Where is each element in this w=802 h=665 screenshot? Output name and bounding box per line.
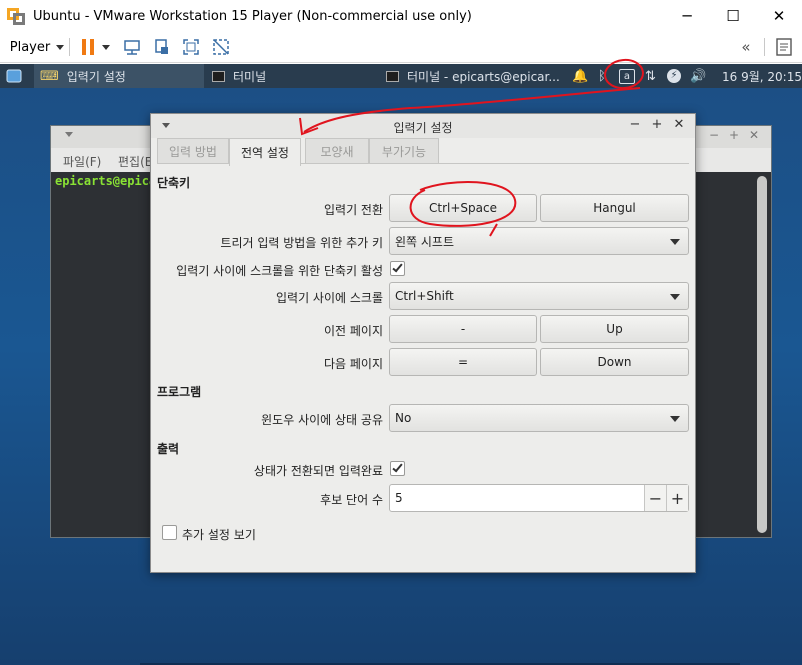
- tab-addons[interactable]: 부가기능: [369, 138, 439, 164]
- notification-bell-icon[interactable]: 🔔: [572, 64, 588, 88]
- share-state-label: 윈도우 사이에 상태 공유: [261, 413, 383, 427]
- increment-button[interactable]: +: [666, 485, 688, 511]
- input-method-icon: a: [619, 68, 635, 84]
- taskbar-item-terminal[interactable]: 터미널: [212, 64, 266, 88]
- terminal-prompt: epicarts@epica: [55, 174, 157, 188]
- minimize-button[interactable]: ─: [664, 0, 710, 32]
- show-advanced-label[interactable]: 추가 설정 보기: [182, 526, 256, 543]
- select-value: Ctrl+Shift: [395, 289, 454, 303]
- tab-global-settings[interactable]: 전역 설정: [229, 138, 301, 166]
- send-ctrl-alt-del-icon[interactable]: [120, 36, 144, 58]
- decrement-button[interactable]: −: [644, 485, 666, 511]
- scroll-hotkey-enable-label: 입력기 사이에 스크롤을 위한 단축키 활성: [176, 264, 383, 278]
- minimize-icon[interactable]: −: [627, 117, 643, 133]
- volume-icon[interactable]: 🔊: [690, 64, 706, 88]
- next-page-button-2[interactable]: Down: [540, 348, 689, 376]
- pause-icon[interactable]: [76, 36, 100, 58]
- player-menu-label: Player: [9, 39, 51, 55]
- player-menu-button[interactable]: Player: [8, 36, 66, 58]
- top-panel: ⌨ 입력기 설정 터미널 터미널 - epicarts@epicar... 🔔 …: [0, 64, 802, 88]
- maximize-icon[interactable]: +: [729, 128, 739, 142]
- applications-menu-icon[interactable]: [5, 64, 23, 88]
- host-window-title: Ubuntu - VMware Workstation 15 Player (N…: [33, 8, 472, 24]
- dialog-titlebar: 입력기 설정 − + ✕: [151, 114, 695, 138]
- terminal-icon: [212, 70, 225, 82]
- share-state-select[interactable]: No: [389, 404, 689, 432]
- network-icon[interactable]: ⇅: [645, 64, 656, 88]
- switch-input-label: 입력기 전환: [323, 203, 383, 217]
- chevron-down-icon: [670, 239, 680, 245]
- tab-appearance[interactable]: 모양새: [305, 138, 369, 164]
- section-hotkeys: 단축키: [157, 176, 191, 190]
- power-icon[interactable]: ⚡: [667, 64, 681, 88]
- maximize-icon[interactable]: +: [649, 117, 665, 133]
- candidate-count-spinner[interactable]: 5 − +: [389, 484, 689, 512]
- taskbar-item-terminal-2[interactable]: 터미널 - epicarts@epicar...: [386, 64, 560, 88]
- terminal-icon: [386, 70, 399, 82]
- close-icon[interactable]: ✕: [749, 128, 759, 142]
- taskbar-item-input-settings[interactable]: ⌨ 입력기 설정: [34, 64, 204, 88]
- input-settings-dialog: 입력기 설정 − + ✕ 입력 방법 전역 설정 모양새 부가기능 단축키 입력…: [150, 113, 696, 573]
- chevron-down-icon: [670, 294, 680, 300]
- prev-page-label: 이전 페이지: [323, 324, 383, 338]
- fullscreen-icon[interactable]: [179, 36, 203, 58]
- dialog-title: 입력기 설정: [393, 121, 453, 135]
- switch-hotkey-button-1[interactable]: Ctrl+Space: [389, 194, 537, 222]
- terminal-scrollbar[interactable]: [757, 176, 767, 533]
- scroll-hotkey-enable-checkbox[interactable]: [390, 261, 405, 276]
- close-icon[interactable]: ✕: [671, 117, 687, 133]
- commit-on-switch-label: 상태가 전환되면 입력완료: [253, 464, 383, 478]
- host-toolbar: Player «: [0, 32, 802, 63]
- candidate-count-value: 5: [395, 491, 403, 505]
- candidate-count-label: 후보 단어 수: [320, 493, 383, 507]
- section-program: 프로그램: [157, 385, 202, 399]
- menu-file[interactable]: 파일(F): [63, 153, 101, 170]
- scroll-between-select[interactable]: Ctrl+Shift: [389, 282, 689, 310]
- unity-mode-icon[interactable]: [209, 36, 233, 58]
- select-value: No: [395, 411, 412, 425]
- keyboard-icon: ⌨: [40, 68, 59, 84]
- pause-dropdown-icon[interactable]: [100, 36, 112, 58]
- close-button[interactable]: ✕: [756, 0, 802, 32]
- tab-input-method[interactable]: 입력 방법: [157, 138, 229, 164]
- bluetooth-icon[interactable]: ᛒ: [598, 64, 606, 88]
- clock[interactable]: 16 9월, 20:15: [722, 64, 802, 88]
- chevron-down-icon: [670, 416, 680, 422]
- taskbar-item-label: 터미널: [233, 69, 267, 84]
- section-output: 출력: [157, 442, 180, 456]
- menu-edit[interactable]: 편집(E: [118, 153, 152, 170]
- taskbar-item-label: 입력기 설정: [66, 69, 126, 84]
- forward-icon[interactable]: «: [734, 36, 758, 58]
- taskbar-item-label: 터미널 - epicarts@epicar...: [407, 69, 560, 84]
- commit-on-switch-checkbox[interactable]: [390, 461, 405, 476]
- switch-hotkey-button-2[interactable]: Hangul: [540, 194, 689, 222]
- select-value: 왼쪽 시프트: [395, 234, 455, 249]
- trigger-extra-key-label: 트리거 입력 방법을 위한 추가 키: [220, 236, 383, 250]
- scroll-between-label: 입력기 사이에 스크롤: [276, 291, 383, 305]
- host-title-bar: Ubuntu - VMware Workstation 15 Player (N…: [0, 0, 802, 32]
- notes-icon[interactable]: [772, 36, 796, 58]
- input-method-indicator[interactable]: a: [619, 64, 635, 88]
- minimize-icon[interactable]: −: [709, 128, 719, 142]
- trigger-extra-key-select[interactable]: 왼쪽 시프트: [389, 227, 689, 255]
- next-page-button-1[interactable]: =: [389, 348, 537, 376]
- removable-devices-icon[interactable]: [150, 36, 174, 58]
- prev-page-button-1[interactable]: -: [389, 315, 537, 343]
- next-page-label: 다음 페이지: [323, 357, 383, 371]
- chevron-down-icon: [56, 44, 65, 50]
- prev-page-button-2[interactable]: Up: [540, 315, 689, 343]
- show-advanced-checkbox[interactable]: [162, 525, 177, 540]
- maximize-button[interactable]: ☐: [710, 0, 756, 32]
- vmware-logo-icon: [7, 6, 27, 26]
- window-menu-icon[interactable]: [65, 132, 73, 137]
